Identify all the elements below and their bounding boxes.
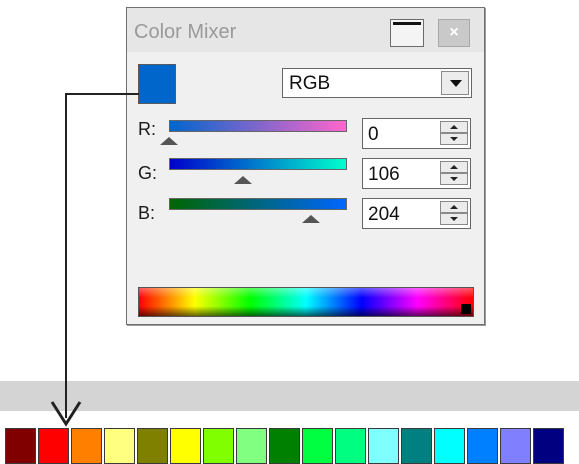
spectrum-marker	[461, 304, 471, 314]
red-increment-button[interactable]	[440, 121, 468, 133]
blue-slider-track[interactable]	[169, 198, 347, 210]
color-spectrum-bar[interactable]	[138, 287, 474, 317]
palette-swatch[interactable]	[434, 428, 465, 464]
blue-value: 204	[368, 204, 400, 225]
palette-swatch[interactable]	[335, 428, 366, 464]
palette-swatch[interactable]	[38, 428, 69, 464]
palette-swatch[interactable]	[467, 428, 498, 464]
palette-swatch[interactable]	[104, 428, 135, 464]
palette-swatch[interactable]	[269, 428, 300, 464]
green-slider-thumb[interactable]	[233, 176, 252, 184]
current-color-swatch[interactable]	[138, 64, 176, 104]
palette-swatch[interactable]	[71, 428, 102, 464]
palette-swatch[interactable]	[368, 428, 399, 464]
green-value: 106	[368, 164, 400, 185]
red-slider-track[interactable]	[169, 120, 347, 132]
palette-swatch[interactable]	[170, 428, 201, 464]
palette-swatch[interactable]	[302, 428, 333, 464]
palette-swatch[interactable]	[5, 428, 36, 464]
green-decrement-button[interactable]	[440, 173, 468, 185]
green-channel-label: G:	[138, 163, 158, 183]
green-increment-button[interactable]	[440, 161, 468, 173]
close-icon: ×	[449, 24, 459, 41]
palette-swatch[interactable]	[236, 428, 267, 464]
window-title: Color Mixer	[134, 21, 237, 43]
red-decrement-button[interactable]	[440, 133, 468, 145]
screenshot-canvas: Color Mixer × RGB R: 0 G: 106 B: 204	[0, 0, 579, 464]
palette-swatch[interactable]	[137, 428, 168, 464]
color-palette	[5, 428, 564, 464]
green-slider-track[interactable]	[169, 158, 347, 170]
close-button[interactable]: ×	[438, 19, 470, 47]
color-mode-select[interactable]: RGB	[282, 68, 472, 98]
chevron-down-icon[interactable]	[441, 71, 469, 95]
title-bar[interactable]: Color Mixer ×	[127, 8, 484, 52]
blue-increment-button[interactable]	[440, 201, 468, 213]
palette-swatch[interactable]	[203, 428, 234, 464]
palette-swatch[interactable]	[533, 428, 564, 464]
red-value-field[interactable]: 0	[362, 118, 471, 149]
green-value-field[interactable]: 106	[362, 158, 471, 189]
color-mixer-window: Color Mixer × RGB R: 0 G: 106 B: 204	[126, 7, 485, 325]
red-slider-thumb[interactable]	[160, 137, 178, 145]
palette-header-bar	[0, 381, 579, 411]
red-channel-label: R:	[138, 119, 156, 139]
red-value: 0	[368, 124, 379, 145]
blue-slider-thumb[interactable]	[302, 215, 321, 223]
blue-decrement-button[interactable]	[440, 213, 468, 225]
maximize-button[interactable]	[390, 19, 424, 47]
palette-swatch[interactable]	[500, 428, 531, 464]
blue-value-field[interactable]: 204	[362, 198, 471, 229]
palette-swatch[interactable]	[401, 428, 432, 464]
blue-channel-label: B:	[138, 203, 156, 223]
color-mode-value: RGB	[289, 73, 331, 94]
